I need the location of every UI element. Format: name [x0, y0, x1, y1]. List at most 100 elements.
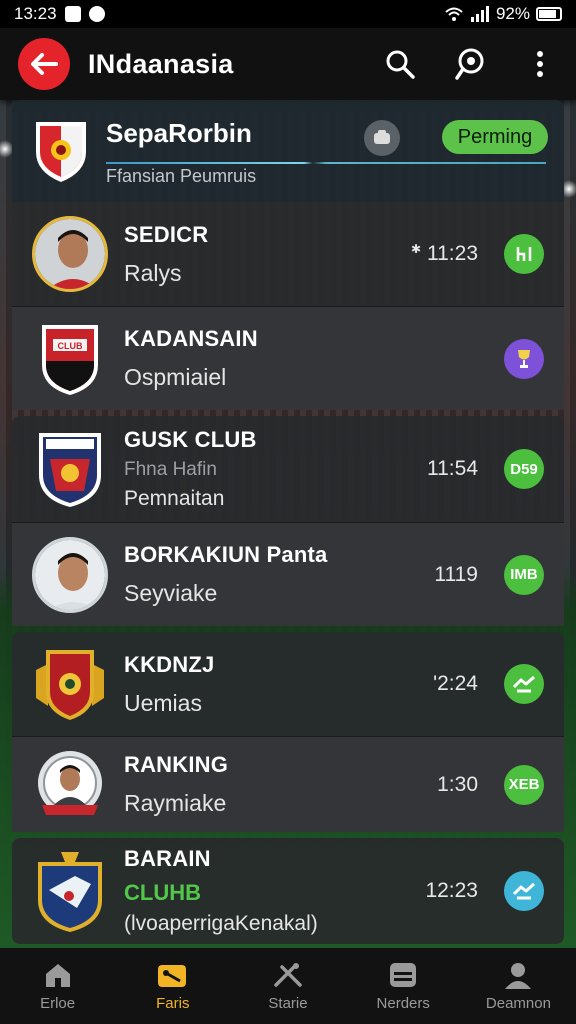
- bottom-navigation: Erloe Faris Starie Nerders Deamnon: [0, 948, 576, 1024]
- team-card: GUSK CLUB Fhna Hafin Pemnaitan 11:54 D59…: [12, 416, 564, 626]
- shield-crest-icon: [36, 122, 86, 182]
- nav-label: Starie: [268, 994, 308, 1012]
- battery-percent: 92%: [495, 4, 530, 23]
- player-photo: [35, 539, 105, 610]
- avatar: [32, 536, 108, 613]
- status-badge[interactable]: IMB: [504, 554, 544, 595]
- ranking-badge-icon: [38, 750, 102, 815]
- more-options-button[interactable]: [520, 44, 560, 84]
- chat-chip[interactable]: [364, 120, 400, 156]
- star-icon: ✱: [410, 242, 421, 256]
- team-name: BORKAKIUN Panta: [124, 542, 328, 567]
- match-time: ✱ 11:23: [410, 242, 478, 265]
- shield-crest-icon: [39, 433, 101, 507]
- page-title: INdaanasia: [88, 48, 234, 79]
- match-time: '2:24: [433, 672, 478, 695]
- header-subtitle: Ffansian Peumruis: [106, 166, 257, 186]
- signal-icon: [470, 6, 489, 22]
- list-item[interactable]: SEDICR Ralys ✱ 11:23: [12, 202, 564, 306]
- team-name: KKDNZJ: [124, 651, 215, 677]
- match-time: 11:54: [427, 457, 478, 480]
- team-subtitle: (lvoaperrigaKenakal): [124, 912, 318, 935]
- team-card: KKDNZJ Uemias '2:24 RANKING Raymiake 1:3…: [12, 632, 564, 832]
- list-item[interactable]: BORKAKIUN Panta Seyviake 1119 IMB: [12, 522, 564, 626]
- club-crest: [32, 116, 90, 189]
- player-photo: [35, 219, 105, 289]
- status-pill[interactable]: Perming: [442, 120, 548, 154]
- status-time: 13:23: [14, 4, 57, 23]
- team-name: SEDICR: [124, 221, 209, 247]
- notification-icon: [64, 6, 81, 22]
- list-item[interactable]: CLUB KADANSAIN Ospmiaiel: [12, 306, 564, 410]
- search-icon: [386, 50, 415, 79]
- shield-notification-icon: [88, 6, 105, 22]
- header-card[interactable]: SepaRorbin Perming Ffansian Peumruis: [12, 100, 564, 202]
- status-badge[interactable]: [504, 664, 544, 704]
- nav-label: Faris: [156, 994, 190, 1012]
- team-name: RANKING: [124, 752, 229, 777]
- nav-label: Nerders: [376, 994, 430, 1012]
- team-name: BARAIN: [124, 846, 211, 871]
- chat-icon: [374, 130, 390, 144]
- box-icon: [390, 962, 417, 987]
- person-icon: [505, 962, 532, 989]
- shield-crest-icon: [36, 650, 104, 720]
- avatar: [32, 216, 108, 292]
- status-badge[interactable]: D59: [504, 449, 544, 489]
- status-badge[interactable]: [504, 871, 544, 911]
- team-tag: CLUHB: [124, 880, 201, 905]
- status-badge[interactable]: [504, 338, 544, 379]
- nav-label: Erloe: [40, 994, 76, 1012]
- match-time: 12:23: [425, 879, 478, 902]
- wifi-icon: [445, 7, 463, 21]
- handshake-icon: [513, 882, 535, 900]
- list-item[interactable]: KKDNZJ Uemias '2:24: [12, 632, 564, 736]
- club-logo: [32, 749, 108, 821]
- arrow-left-icon: [31, 53, 58, 75]
- tools-icon: [274, 962, 302, 987]
- nav-item-starie[interactable]: Starie: [230, 948, 345, 1024]
- handshake-icon: [513, 675, 535, 693]
- nav-item-deamnon[interactable]: Deamnon: [461, 948, 576, 1024]
- team-tag: Fhna Hafin: [124, 459, 217, 480]
- team-name: GUSK CLUB: [124, 427, 257, 452]
- team-list: SepaRorbin Perming Ffansian Peumruis SED…: [12, 100, 564, 944]
- match-time: 1119: [434, 562, 478, 586]
- club-logo: [32, 646, 108, 722]
- battery-icon: [536, 7, 562, 21]
- team-subtitle: Ralys: [124, 259, 182, 286]
- status-badge[interactable]: [504, 234, 544, 274]
- header-title: SepaRorbin: [106, 118, 252, 148]
- more-vertical-icon: [537, 51, 543, 77]
- map-pin-icon: [455, 48, 484, 80]
- home-icon: [45, 963, 70, 987]
- team-subtitle: Raymiake: [124, 790, 227, 816]
- app-bar: INdaanasia: [0, 28, 576, 100]
- team-card: BARAIN CLUHB (lvoaperrigaKenakal) 12:23: [12, 838, 564, 944]
- shield-crest-icon: [38, 852, 102, 932]
- search-button[interactable]: [380, 44, 420, 84]
- back-button[interactable]: [18, 38, 70, 90]
- team-subtitle: Pemnaitan: [124, 487, 225, 510]
- nav-item-faris[interactable]: Faris: [115, 948, 230, 1024]
- list-item[interactable]: BARAIN CLUHB (lvoaperrigaKenakal) 12:23: [12, 838, 564, 944]
- nav-item-nerders[interactable]: Nerders: [346, 948, 461, 1024]
- location-button[interactable]: [450, 44, 490, 84]
- team-name: KADANSAIN: [124, 326, 258, 351]
- nav-item-home[interactable]: Erloe: [0, 948, 115, 1024]
- team-subtitle: Seyviake: [124, 580, 218, 606]
- svg-text:CLUB: CLUB: [58, 341, 83, 351]
- trophy-icon: [518, 349, 530, 368]
- shield-crest-icon: CLUB: [42, 324, 98, 395]
- match-time: 1:30: [437, 772, 478, 796]
- team-subtitle: Ospmiaiel: [124, 364, 227, 390]
- status-bar: 13:23 92%: [0, 0, 576, 28]
- team-subtitle: Uemias: [124, 689, 202, 716]
- team-card: SEDICR Ralys ✱ 11:23 CLUB KADANSAIN Ospmi…: [12, 202, 564, 410]
- club-logo: [32, 850, 108, 932]
- list-item[interactable]: RANKING Raymiake 1:30 XEB: [12, 736, 564, 832]
- club-logo: CLUB: [32, 321, 108, 397]
- list-item[interactable]: GUSK CLUB Fhna Hafin Pemnaitan 11:54 D59: [12, 416, 564, 522]
- club-logo: [32, 429, 108, 509]
- status-badge[interactable]: XEB: [504, 764, 544, 805]
